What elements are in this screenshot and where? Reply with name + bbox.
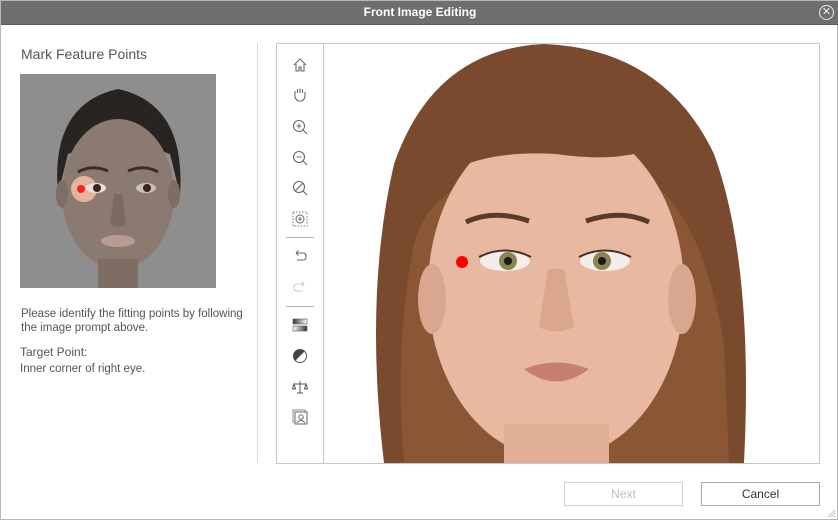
panel-divider — [257, 43, 258, 463]
panel-heading: Mark Feature Points — [21, 46, 148, 62]
balance-icon[interactable] — [289, 376, 311, 398]
editing-canvas[interactable] — [324, 44, 819, 463]
image-viewer — [276, 43, 820, 464]
zoom-out-icon[interactable] — [289, 147, 311, 169]
window-title: Front Image Editing — [363, 5, 477, 19]
hand-icon[interactable] — [289, 84, 311, 106]
contrast-icon[interactable] — [289, 345, 311, 367]
toolbar-divider — [286, 306, 314, 307]
gradient-icon[interactable] — [289, 314, 311, 336]
portrait-icon[interactable] — [289, 406, 311, 428]
next-button[interactable]: Next — [564, 482, 683, 506]
close-icon[interactable]: ✕ — [819, 5, 834, 20]
instruction-text: Please identify the fitting points by fo… — [21, 308, 243, 334]
zoom-region-icon[interactable] — [289, 208, 311, 230]
target-point-value: Inner corner of right eye. — [20, 363, 146, 375]
toolbar-divider — [286, 237, 314, 238]
target-point-label: Target Point: — [20, 345, 88, 359]
reference-thumbnail — [20, 74, 216, 288]
zoom-in-icon[interactable] — [289, 116, 311, 138]
tool-bar — [277, 44, 324, 463]
cancel-button[interactable]: Cancel — [701, 482, 820, 506]
undo-icon[interactable] — [289, 245, 311, 267]
front-image-editing-dialog: Front Image Editing ✕ Mark Feature Point… — [0, 0, 838, 520]
feature-point-marker — [456, 256, 468, 268]
zoom-reset-icon[interactable] — [289, 177, 311, 199]
home-icon[interactable] — [289, 54, 311, 76]
redo-icon — [289, 276, 311, 298]
resize-grip-icon[interactable] — [826, 508, 836, 518]
title-bar: Front Image Editing ✕ — [1, 1, 838, 25]
